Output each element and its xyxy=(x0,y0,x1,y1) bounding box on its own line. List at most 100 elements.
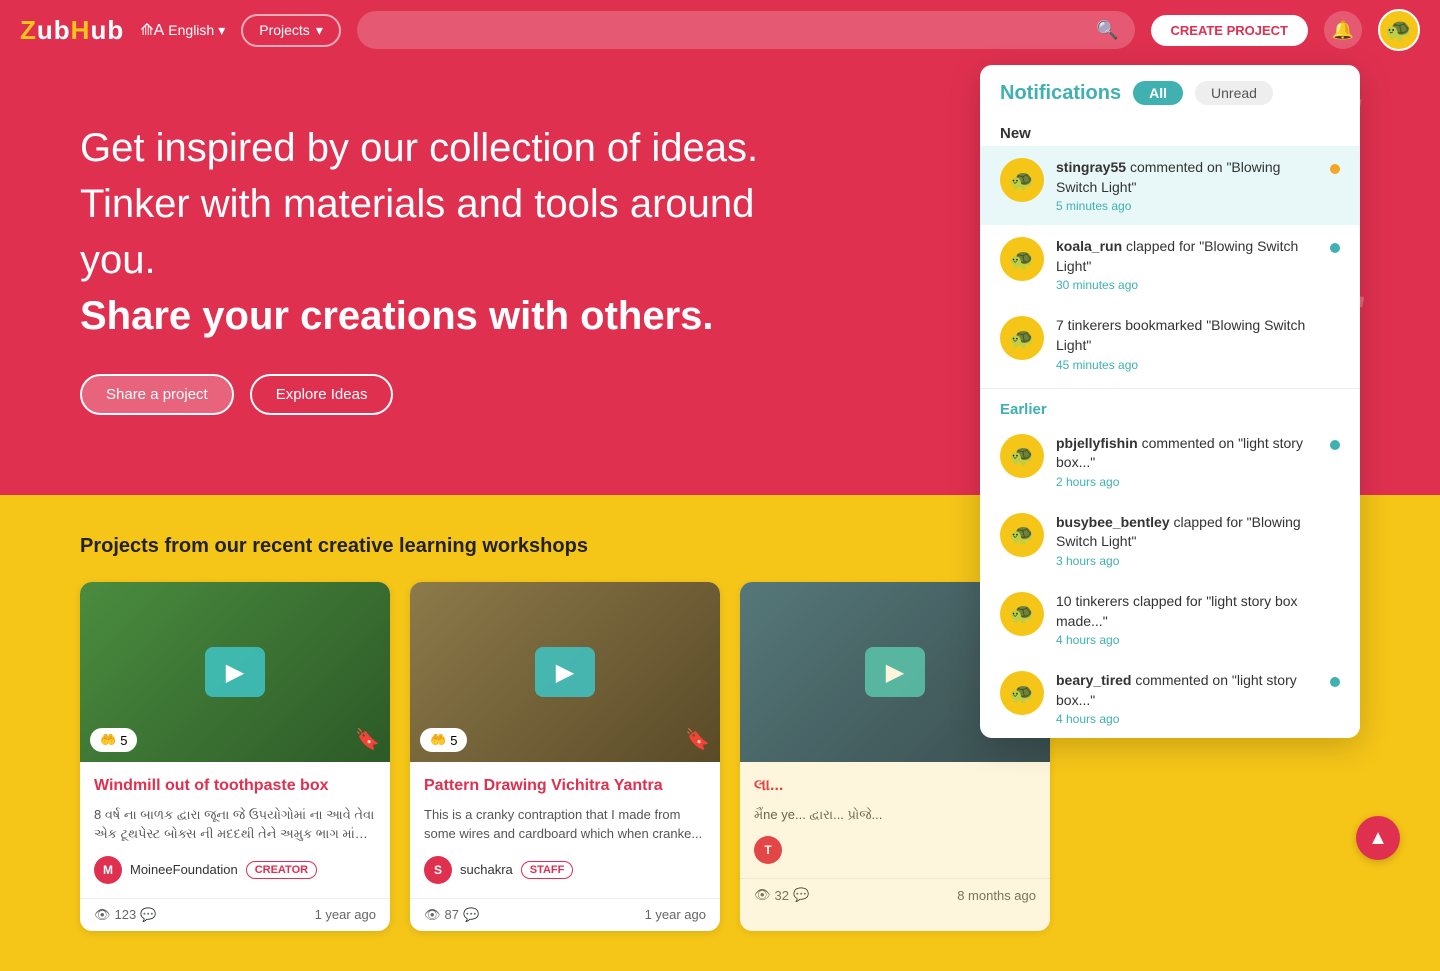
play-button[interactable]: ▶ xyxy=(535,647,595,697)
header: ZubHub ⟰A English ▾ Projects ▾ 🔍 CREATE … xyxy=(0,0,1440,60)
time-ago: 1 year ago xyxy=(315,907,376,922)
clap-badge: 🤲 5 xyxy=(420,728,467,752)
notif-text: busybee_bentley clapped for "Blowing Swi… xyxy=(1056,513,1318,552)
tab-unread-button[interactable]: Unread xyxy=(1195,81,1273,105)
language-selector[interactable]: ⟰A English ▾ xyxy=(140,20,225,40)
comment-icon: 💬 xyxy=(793,887,809,903)
projects-dropdown-button[interactable]: Projects ▾ xyxy=(241,14,341,47)
bell-icon: 🔔 xyxy=(1332,20,1354,41)
notif-time: 3 hours ago xyxy=(1056,554,1318,568)
views-stat: 👁 87 💬 xyxy=(424,907,479,923)
notif-time: 45 minutes ago xyxy=(1056,358,1318,372)
notifications-title: Notifications xyxy=(1000,82,1121,105)
hero-heading: Get inspired by our collection of ideas.… xyxy=(80,120,830,344)
eye-icon: 👁 xyxy=(424,907,441,923)
creator-tag: CREATOR xyxy=(246,861,317,879)
notif-action: commented on xyxy=(1142,435,1235,451)
notif-action: 7 tinkerers bookmarked xyxy=(1056,317,1202,333)
card-description: This is a cranky contraption that I made… xyxy=(424,805,706,844)
notification-item[interactable]: 🐢 7 tinkerers bookmarked "Blowing Switch… xyxy=(980,304,1360,383)
card-stats: 👁 32 💬 8 months ago xyxy=(740,878,1050,911)
clap-icon: 🤲 xyxy=(100,732,116,748)
card-footer: T xyxy=(754,836,1036,864)
card-footer: M MoineeFoundation CREATOR xyxy=(94,856,376,884)
logo-ub2: ub xyxy=(90,15,124,45)
notif-avatar: 🐢 xyxy=(1000,671,1044,715)
notif-content: 7 tinkerers bookmarked "Blowing Switch L… xyxy=(1056,316,1318,371)
scroll-up-button[interactable]: ▲ xyxy=(1356,816,1400,860)
notif-avatar: 🐢 xyxy=(1000,513,1044,557)
notif-text: 10 tinkerers clapped for "light story bo… xyxy=(1056,592,1318,631)
card-title: લા... xyxy=(754,776,1036,797)
clap-icon: 🤲 xyxy=(430,732,446,748)
notif-text: pbjellyfishin commented on "light story … xyxy=(1056,434,1318,473)
notification-item[interactable]: 🐢 busybee_bentley clapped for "Blowing S… xyxy=(980,501,1360,580)
share-project-button[interactable]: Share a project xyxy=(80,374,234,415)
logo: ZubHub xyxy=(20,15,124,46)
notif-avatar: 🐢 xyxy=(1000,237,1044,281)
user-name: suchakra xyxy=(460,862,513,877)
avatar: 🐢 xyxy=(1385,17,1412,43)
notif-action: commented on xyxy=(1135,672,1228,688)
notification-item[interactable]: 🐢 pbjellyfishin commented on "light stor… xyxy=(980,422,1360,501)
card-stats: 👁 87 💬 1 year ago xyxy=(410,898,720,931)
card-title: Pattern Drawing Vichitra Yantra xyxy=(424,776,706,797)
notif-avatar: 🐢 xyxy=(1000,316,1044,360)
earlier-section-label: Earlier xyxy=(980,393,1360,422)
tab-all-button[interactable]: All xyxy=(1133,81,1183,105)
notification-item[interactable]: 🐢 koala_run clapped for "Blowing Switch … xyxy=(980,225,1360,304)
notif-content: 10 tinkerers clapped for "light story bo… xyxy=(1056,592,1318,647)
notif-user: busybee_bentley xyxy=(1056,514,1170,530)
notif-content: stingray55 commented on "Blowing Switch … xyxy=(1056,158,1318,213)
notification-item[interactable]: 🐢 10 tinkerers clapped for "light story … xyxy=(980,580,1360,659)
play-button[interactable]: ▶ xyxy=(865,647,925,697)
notif-content: busybee_bentley clapped for "Blowing Swi… xyxy=(1056,513,1318,568)
logo-h: H xyxy=(71,15,91,45)
notif-time: 5 minutes ago xyxy=(1056,199,1318,213)
user-avatar: T xyxy=(754,836,782,864)
user-name: MoineeFoundation xyxy=(130,862,238,877)
notif-action: clapped for xyxy=(1174,514,1243,530)
project-card: ▶ 🤲 5 🔖 Pattern Drawing Vichitra Yantra … xyxy=(410,582,720,931)
new-section-label: New xyxy=(980,117,1360,146)
play-button[interactable]: ▶ xyxy=(205,647,265,697)
project-card: ▶ 🤲 5 🔖 Windmill out of toothpaste box 8… xyxy=(80,582,390,931)
notifications-button[interactable]: 🔔 xyxy=(1324,11,1362,49)
card-body: Pattern Drawing Vichitra Yantra This is … xyxy=(410,762,720,898)
bookmark-icon[interactable]: 🔖 xyxy=(685,727,710,752)
notif-text: koala_run clapped for "Blowing Switch Li… xyxy=(1056,237,1318,276)
explore-ideas-button[interactable]: Explore Ideas xyxy=(250,374,394,415)
card-stats: 👁 123 💬 1 year ago xyxy=(80,898,390,931)
card-body: Windmill out of toothpaste box 8 વર્ષ ના… xyxy=(80,762,390,898)
time-ago: 8 months ago xyxy=(957,888,1036,903)
notification-item[interactable]: 🐢 beary_tired commented on "light story … xyxy=(980,659,1360,738)
eye-icon: 👁 xyxy=(94,907,111,923)
projects-label: Projects xyxy=(259,22,310,38)
notif-text: beary_tired commented on "light story bo… xyxy=(1056,671,1318,710)
notifications-panel: Notifications All Unread New 🐢 stingray5… xyxy=(980,65,1360,738)
unread-dot xyxy=(1330,677,1340,687)
bookmark-icon[interactable]: 🔖 xyxy=(355,727,380,752)
user-avatar-button[interactable]: 🐢 xyxy=(1378,9,1420,51)
user-avatar: S xyxy=(424,856,452,884)
card-description: 8 વર્ષ ના બાળક દ્વારા જૂના જે ઉપયોગોમાં … xyxy=(94,805,376,844)
search-input[interactable] xyxy=(373,22,1096,38)
notif-time: 2 hours ago xyxy=(1056,475,1318,489)
user-avatar: M xyxy=(94,856,122,884)
eye-icon: 👁 xyxy=(754,887,771,903)
notif-text: 7 tinkerers bookmarked "Blowing Switch L… xyxy=(1056,316,1318,355)
chevron-down-icon: ▾ xyxy=(316,22,323,39)
notif-content: pbjellyfishin commented on "light story … xyxy=(1056,434,1318,489)
notif-time: 4 hours ago xyxy=(1056,712,1318,726)
hero-line1: Get inspired by our collection of ideas. xyxy=(80,126,758,170)
views-stat: 👁 32 💬 xyxy=(754,887,809,903)
notif-time: 4 hours ago xyxy=(1056,633,1318,647)
notification-item[interactable]: 🐢 stingray55 commented on "Blowing Switc… xyxy=(980,146,1360,225)
notif-action: commented on xyxy=(1130,159,1223,175)
search-bar: 🔍 xyxy=(357,11,1135,49)
notif-action: clapped for xyxy=(1126,238,1195,254)
create-project-button[interactable]: CREATE PROJECT xyxy=(1151,15,1309,46)
notif-user: stingray55 xyxy=(1056,159,1126,175)
clap-count: 5 xyxy=(120,733,127,748)
notif-text: stingray55 commented on "Blowing Switch … xyxy=(1056,158,1318,197)
